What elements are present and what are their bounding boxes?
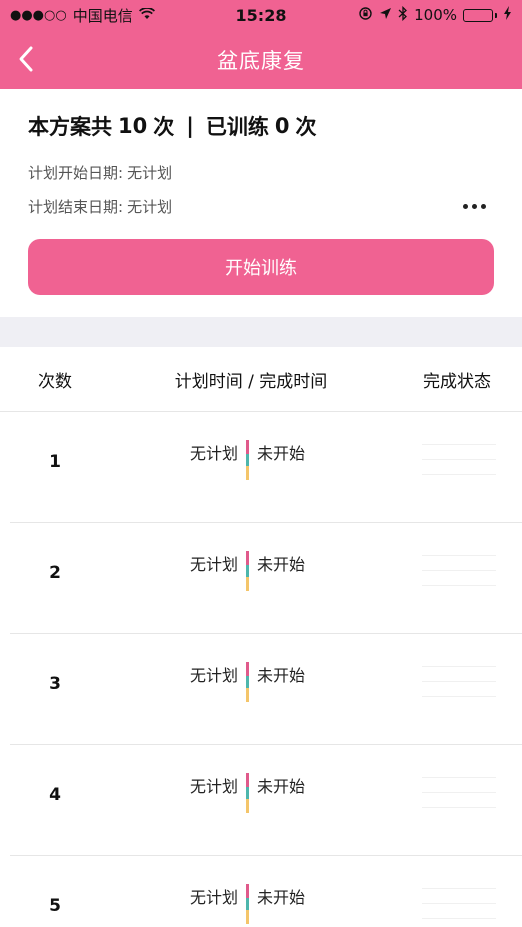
- row-plan-time: 无计划: [190, 444, 239, 463]
- battery-percent: 100%: [414, 6, 457, 24]
- section-divider: [0, 317, 522, 347]
- row-time: 无计划 未开始: [190, 551, 305, 591]
- start-date-row: 计划开始日期: 无计划: [28, 155, 494, 189]
- header-time: 计划时间 / 完成时间: [174, 371, 328, 392]
- row-time: 无计划 未开始: [190, 884, 305, 924]
- end-date-label: 计划结束日期:: [28, 197, 124, 216]
- chevron-left-icon: [19, 46, 33, 72]
- plan-summary-title: 本方案共 10 次 | 已训练 0 次: [28, 111, 494, 141]
- row-plan-time: 无计划: [190, 555, 239, 574]
- row-status: [422, 444, 496, 489]
- battery-icon: [463, 8, 497, 22]
- row-timeline-bar: [246, 773, 250, 813]
- table-header: 次数 计划时间 / 完成时间 完成状态: [0, 347, 522, 412]
- row-status: [422, 888, 496, 927]
- trained-suffix: 次: [295, 115, 317, 139]
- table-row[interactable]: 4 无计划 未开始: [10, 745, 522, 856]
- start-training-button[interactable]: 开始训练: [28, 239, 494, 295]
- summary-separator: |: [186, 114, 194, 138]
- back-button[interactable]: [18, 44, 46, 74]
- row-plan-time: 无计划: [190, 888, 239, 907]
- header-count: 次数: [38, 371, 72, 392]
- row-number: 4: [49, 785, 61, 805]
- trained-prefix: 已训练: [205, 115, 269, 139]
- page-title: 盆底康复: [217, 48, 305, 73]
- table-row[interactable]: 2 无计划 未开始: [10, 523, 522, 634]
- row-state: 未开始: [257, 666, 306, 685]
- wifi-icon: [138, 6, 155, 24]
- table-row[interactable]: 3 无计划 未开始: [10, 634, 522, 745]
- carrier-label: 中国电信: [72, 6, 133, 25]
- row-plan-time: 无计划: [190, 777, 239, 796]
- start-date-value: 无计划: [127, 163, 173, 182]
- row-time: 无计划 未开始: [190, 773, 305, 813]
- end-date-value: 无计划: [127, 197, 173, 216]
- charging-icon: [503, 6, 512, 24]
- status-bar: ●●●○○ 中国电信 15:28 100%: [0, 0, 522, 30]
- row-timeline-bar: [246, 551, 250, 591]
- row-state: 未开始: [257, 777, 306, 796]
- row-plan-time: 无计划: [190, 666, 239, 685]
- row-time: 无计划 未开始: [190, 440, 305, 480]
- plan-dates: 计划开始日期: 无计划 计划结束日期: 无计划: [28, 155, 494, 223]
- start-date-label: 计划开始日期:: [28, 163, 124, 182]
- plan-total-count: 10: [118, 114, 148, 138]
- plan-total-suffix: 次: [153, 115, 175, 139]
- row-state: 未开始: [257, 555, 306, 574]
- status-left: ●●●○○ 中国电信: [10, 5, 155, 26]
- table-row[interactable]: 5 无计划 未开始: [10, 856, 522, 927]
- plan-summary: 本方案共 10 次 | 已训练 0 次 计划开始日期: 无计划 计划结束日期: …: [0, 89, 522, 317]
- row-timeline-bar: [246, 662, 250, 702]
- more-options-icon[interactable]: [463, 203, 494, 209]
- plan-total-prefix: 本方案共: [28, 115, 112, 139]
- row-number: 2: [49, 563, 61, 583]
- row-status: [422, 666, 496, 711]
- navigation-bar: 盆底康复: [0, 30, 522, 89]
- signal-icon: ●●●○○: [10, 7, 67, 23]
- location-arrow-icon: [379, 6, 392, 24]
- row-status: [422, 777, 496, 822]
- row-state: 未开始: [257, 444, 306, 463]
- row-time: 无计划 未开始: [190, 662, 305, 702]
- row-number: 5: [49, 896, 61, 916]
- trained-count: 0: [274, 114, 290, 138]
- header-status: 完成状态: [423, 371, 491, 392]
- orientation-lock-icon: [358, 6, 373, 25]
- status-right: 100%: [358, 5, 512, 25]
- table-row[interactable]: 1 无计划 未开始: [10, 412, 522, 523]
- row-timeline-bar: [246, 884, 250, 924]
- end-date-row: 计划结束日期: 无计划: [28, 189, 494, 223]
- row-number: 1: [49, 452, 61, 472]
- row-state: 未开始: [257, 888, 306, 907]
- bluetooth-icon: [398, 5, 408, 25]
- row-timeline-bar: [246, 440, 250, 480]
- row-status: [422, 555, 496, 600]
- row-number: 3: [49, 674, 61, 694]
